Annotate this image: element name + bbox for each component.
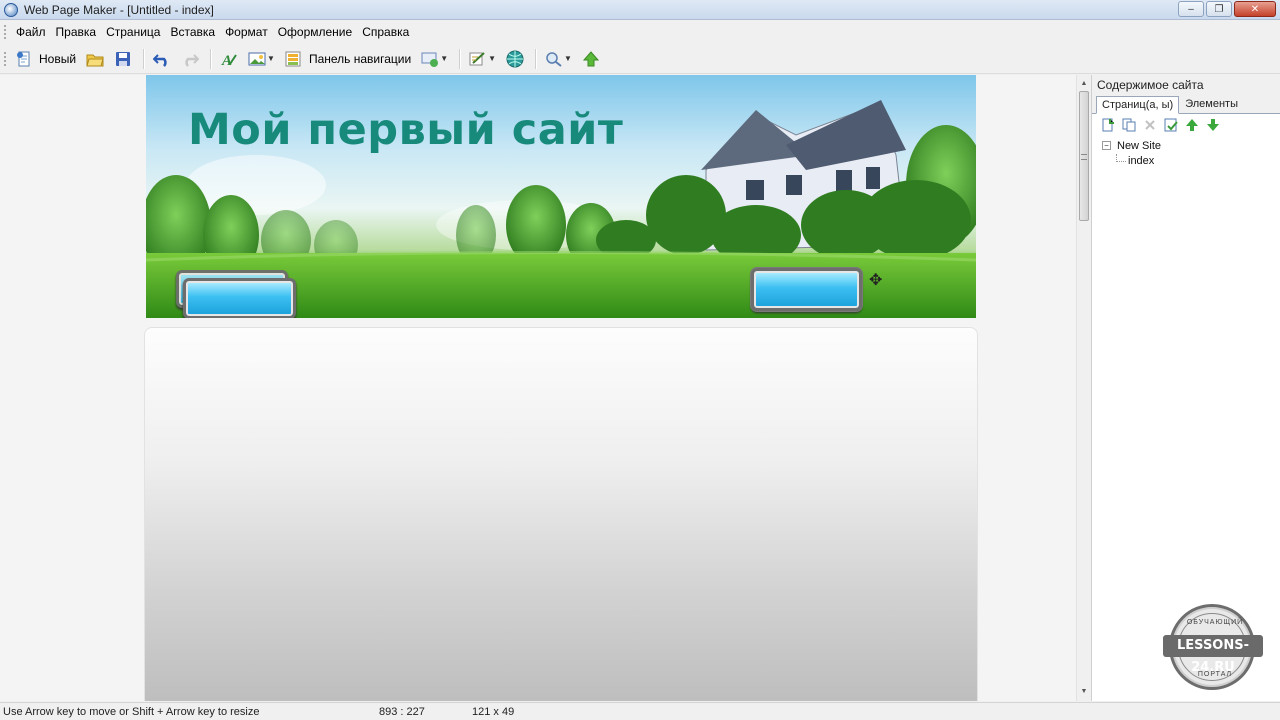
form-icon — [421, 50, 439, 68]
svg-text:A: A — [221, 53, 232, 67]
main-toolbar: Новый A ▼ Панель навигации ▼ ▼ ▼ — [0, 44, 1280, 74]
window-controls: ‒ ❐ ✕ — [1178, 1, 1276, 17]
form-dropdown-icon[interactable]: ▼ — [440, 54, 448, 63]
menu-insert[interactable]: Вставка — [165, 25, 220, 39]
maximize-button[interactable]: ❐ — [1206, 1, 1232, 17]
zoom-dropdown-icon[interactable]: ▼ — [564, 54, 572, 63]
status-message: Use Arrow key to move or Shift + Arrow k… — [3, 706, 260, 718]
tree-item-label: index — [1128, 154, 1155, 167]
save-button[interactable] — [110, 47, 136, 71]
zoom-button[interactable]: ▼ — [541, 47, 576, 71]
window-title: Web Page Maker - [Untitled - index] — [24, 2, 214, 17]
panel-toolbar — [1092, 114, 1280, 136]
draw-dropdown-icon[interactable]: ▼ — [488, 54, 496, 63]
undo-icon — [153, 50, 171, 68]
open-button[interactable] — [82, 47, 108, 71]
text-icon: A — [220, 50, 238, 68]
move-up-icon[interactable] — [1184, 117, 1200, 133]
upload-arrow-icon — [582, 50, 600, 68]
folder-open-icon — [86, 50, 104, 68]
menu-help[interactable]: Справка — [357, 25, 414, 39]
scroll-thumb[interactable] — [1079, 91, 1089, 221]
delete-page-icon[interactable] — [1142, 117, 1158, 133]
window-titlebar: Web Page Maker - [Untitled - index] ‒ ❐ … — [0, 0, 1280, 20]
tree-connector — [1116, 153, 1126, 162]
new-page-label: Новый — [39, 51, 77, 66]
site-title[interactable]: Мой первый сайт — [188, 105, 623, 155]
menubar-grip[interactable] — [4, 25, 7, 39]
status-bar: Use Arrow key to move or Shift + Arrow k… — [0, 702, 1280, 720]
navigation-panel-icon — [285, 50, 303, 68]
move-cursor-icon: ✥ — [869, 272, 883, 289]
toolbar-separator — [535, 48, 537, 69]
menu-bar: Файл Правка Страница Вставка Формат Офор… — [0, 21, 1280, 43]
status-element-size: 121 x 49 — [472, 706, 515, 718]
scroll-down-arrow-icon[interactable]: ▼ — [1077, 685, 1091, 699]
tree-item-index[interactable]: index — [1102, 153, 1280, 168]
collapse-icon[interactable]: − — [1102, 141, 1111, 150]
toolbar-separator — [143, 48, 145, 69]
site-header-banner[interactable]: Мой первый сайт ✥ — [146, 75, 976, 318]
tree-root-label: New Site — [1117, 139, 1162, 152]
toolbar-grip[interactable] — [4, 51, 7, 66]
redo-button[interactable] — [177, 47, 203, 71]
watermark-top-text: ОБУЧАЮЩИЙ — [1186, 619, 1244, 626]
tree-root[interactable]: − New Site — [1102, 138, 1280, 153]
redo-icon — [181, 50, 200, 68]
design-canvas[interactable]: Мой первый сайт ✥ — [0, 75, 1076, 701]
app-icon — [4, 2, 18, 17]
globe-icon — [506, 50, 524, 68]
tab-elements[interactable]: Элементы — [1179, 95, 1244, 113]
image-icon — [248, 50, 266, 68]
page-content-area[interactable] — [144, 327, 978, 701]
menu-format[interactable]: Формат — [220, 25, 273, 39]
new-page-button[interactable]: Новый — [11, 47, 80, 71]
preview-browser-button[interactable] — [502, 47, 528, 71]
zoom-icon — [545, 50, 563, 68]
status-coordinates: 893 : 227 — [379, 706, 425, 718]
site-tree: − New Site index — [1092, 136, 1280, 168]
minimize-button[interactable]: ‒ — [1178, 1, 1204, 17]
navigation-panel-button[interactable]: Панель навигации — [281, 47, 415, 71]
menu-design[interactable]: Оформление — [273, 25, 357, 39]
insert-image-button[interactable]: ▼ — [244, 47, 279, 71]
add-page-icon[interactable] — [1100, 117, 1116, 133]
panel-tabs: Страниц(а, ы) Элементы — [1092, 94, 1280, 114]
tab-pages[interactable]: Страниц(а, ы) — [1096, 96, 1180, 114]
scroll-up-arrow-icon[interactable]: ▲ — [1077, 77, 1091, 91]
nav-button-left[interactable] — [183, 278, 296, 318]
toolbar-separator — [459, 48, 461, 69]
undo-button[interactable] — [149, 47, 175, 71]
watermark-band-text: LESSONS-24.RU — [1163, 635, 1263, 675]
navigation-panel-label: Панель навигации — [308, 51, 412, 66]
publish-button[interactable] — [578, 47, 604, 71]
scroll-grip — [1081, 154, 1087, 160]
menu-file[interactable]: Файл — [11, 25, 51, 39]
image-dropdown-icon[interactable]: ▼ — [267, 54, 275, 63]
insert-text-button[interactable]: A — [216, 47, 242, 71]
close-button[interactable]: ✕ — [1234, 1, 1276, 17]
copy-page-icon[interactable] — [1121, 117, 1137, 133]
insert-form-button[interactable]: ▼ — [417, 47, 452, 71]
menu-edit[interactable]: Правка — [51, 25, 102, 39]
lessons24-watermark-logo: ОБУЧАЮЩИЙ ПОРТАЛ LESSONS-24.RU — [1163, 604, 1263, 690]
save-icon — [114, 50, 132, 68]
page-properties-icon[interactable] — [1163, 117, 1179, 133]
move-down-icon[interactable] — [1205, 117, 1221, 133]
toolbar-separator — [210, 48, 212, 69]
panel-title: Содержимое сайта — [1092, 75, 1280, 94]
new-page-icon — [15, 50, 33, 68]
pen-icon — [469, 50, 487, 68]
menu-page[interactable]: Страница — [101, 25, 165, 39]
draw-button[interactable]: ▼ — [465, 47, 500, 71]
canvas-vertical-scrollbar[interactable]: ▲ ▼ — [1076, 75, 1090, 701]
nav-button-right-selected[interactable] — [750, 267, 863, 312]
